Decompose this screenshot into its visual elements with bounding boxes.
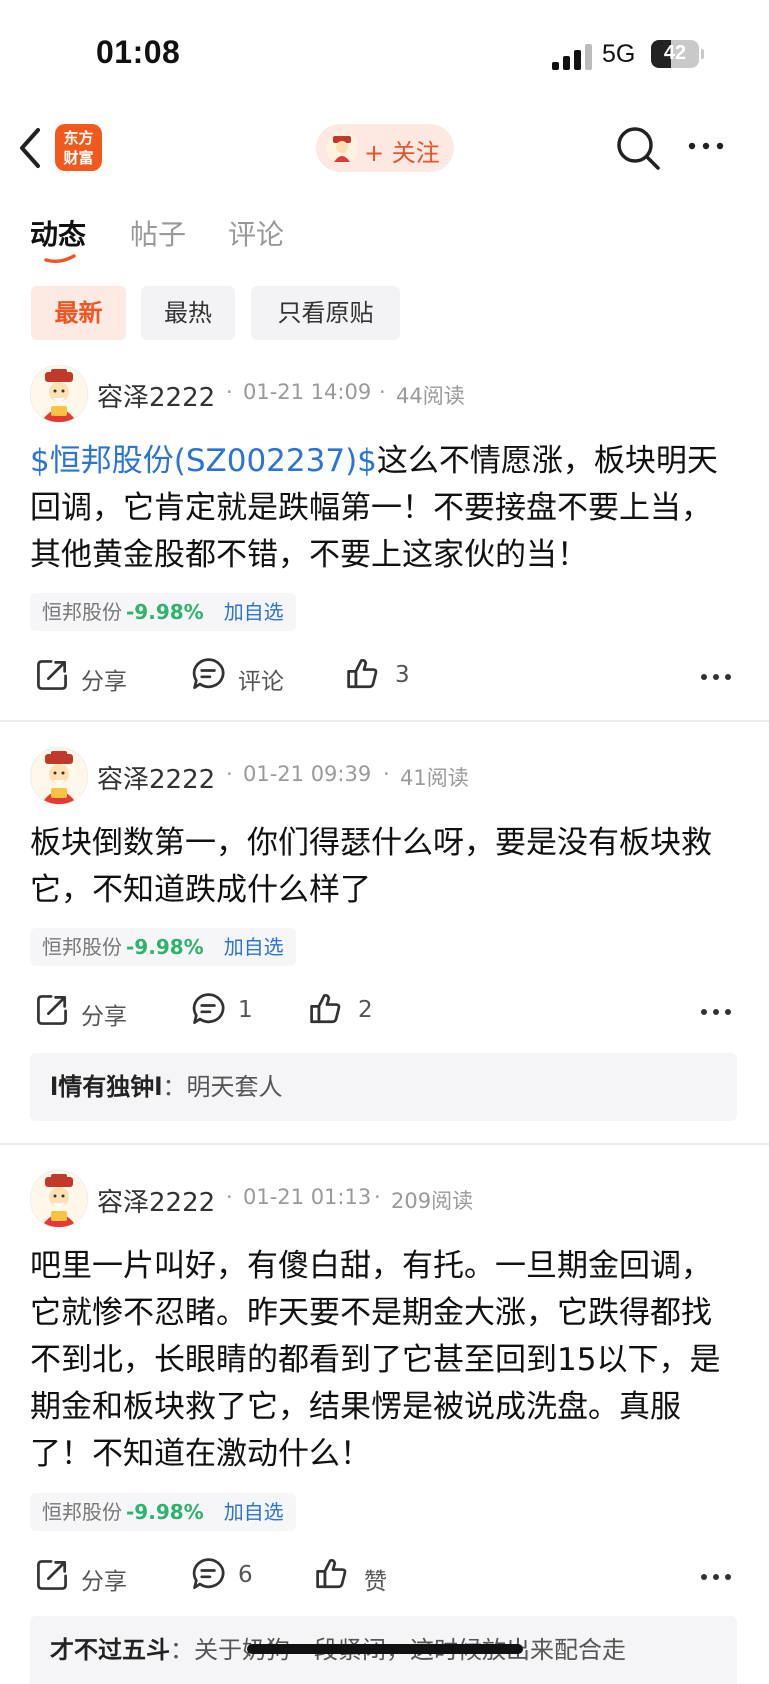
share-label: 分享: [81, 1569, 127, 1595]
comment-icon: [192, 993, 225, 1025]
meta-separator: ·: [374, 1185, 381, 1209]
follow-label: + 关注: [364, 139, 440, 167]
reply-colon: ：: [162, 1073, 187, 1101]
post-time: 01-21 01:13: [243, 1185, 372, 1209]
home-indicator[interactable]: [247, 1644, 523, 1654]
comment-button[interactable]: 1: [190, 991, 270, 1031]
user-avatar-icon: [326, 132, 358, 164]
stock-chip[interactable]: 恒邦股份 -9.98% 加自选: [30, 593, 296, 631]
share-icon: [37, 995, 67, 1025]
add-watchlist-button[interactable]: 加自选: [224, 935, 284, 959]
post-content[interactable]: 板块倒数第一，你们得瑟什么呀，要是没有板块救它，不知道跌成什么样了: [30, 820, 742, 914]
more-icon[interactable]: [686, 136, 726, 156]
like-icon: [316, 1558, 347, 1589]
tab-comments[interactable]: 评论: [228, 213, 284, 253]
stock-change: -9.98%: [126, 935, 204, 959]
comment-count: 6: [238, 1562, 253, 1588]
logo-text-1: 东方: [63, 129, 94, 147]
reply-author[interactable]: 才不过五斗: [50, 1636, 170, 1664]
meta-separator: ·: [383, 762, 390, 786]
more-icon[interactable]: [700, 1007, 732, 1017]
username[interactable]: 容泽2222: [97, 1182, 215, 1219]
app-logo[interactable]: 东方 财富: [55, 124, 102, 171]
stock-name: 恒邦股份: [42, 1500, 122, 1524]
filter-hottest[interactable]: 最热: [141, 286, 235, 340]
meta-separator: ·: [226, 380, 233, 404]
post-divider: [0, 720, 769, 722]
read-count: 44阅读: [396, 384, 465, 408]
user-avatar[interactable]: [30, 365, 88, 423]
stock-chip[interactable]: 恒邦股份 -9.98% 加自选: [30, 1493, 296, 1531]
post-text: 吧里一片叫好，有傻白甜，有托。一旦期金回调，它就惨不忍睹。昨天要不是期金大涨，它…: [30, 1248, 721, 1472]
like-icon: [347, 658, 378, 689]
back-icon[interactable]: [16, 126, 46, 170]
user-avatar[interactable]: [30, 747, 88, 805]
filter-original-only[interactable]: 只看原贴: [251, 286, 400, 340]
like-count: 3: [395, 662, 410, 688]
active-tab-indicator: [44, 254, 76, 264]
filter-latest[interactable]: 最新: [31, 286, 126, 340]
post-content[interactable]: $恒邦股份(SZ002237)$这么不情愿涨，板块明天回调，它肯定就是跌幅第一！…: [30, 438, 742, 579]
comment-label: 评论: [238, 669, 284, 695]
reply-colon: ：: [170, 1636, 194, 1664]
stock-name: 恒邦股份: [42, 600, 122, 624]
comment-icon: [192, 1558, 225, 1590]
post-time: 01-21 14:09: [243, 380, 372, 404]
stock-tag-link[interactable]: $恒邦股份(SZ002237)$: [30, 443, 377, 479]
meta-separator: ·: [226, 762, 233, 786]
share-button[interactable]: 分享: [33, 656, 153, 696]
meta-separator: ·: [379, 380, 386, 404]
comment-count: 1: [238, 997, 253, 1023]
stock-name: 恒邦股份: [42, 935, 122, 959]
share-button[interactable]: 分享: [33, 991, 153, 1031]
signal-icon: [552, 44, 592, 70]
network-type: 5G: [602, 40, 636, 68]
tab-dynamics[interactable]: 动态: [30, 213, 86, 253]
like-button[interactable]: 2: [308, 991, 398, 1031]
comment-button[interactable]: 评论: [190, 656, 310, 696]
post-text: 板块倒数第一，你们得瑟什么呀，要是没有板块救它，不知道跌成什么样了: [30, 825, 712, 908]
read-count: 209阅读: [391, 1189, 474, 1213]
like-count: 2: [358, 997, 373, 1023]
stock-chip[interactable]: 恒邦股份 -9.98% 加自选: [30, 928, 296, 966]
username[interactable]: 容泽2222: [97, 759, 215, 796]
like-icon: [310, 993, 341, 1024]
battery-level: 42: [663, 42, 687, 64]
battery-icon: 42: [651, 40, 704, 68]
like-label: 赞: [364, 1569, 387, 1595]
reply-text: 明天套人: [186, 1073, 283, 1101]
share-label: 分享: [81, 1004, 127, 1030]
add-watchlist-button[interactable]: 加自选: [224, 600, 284, 624]
read-count: 41阅读: [400, 766, 469, 790]
reply-preview[interactable]: l情有独钟l：明天套人: [30, 1053, 737, 1121]
username[interactable]: 容泽2222: [97, 377, 215, 414]
post-time: 01-21 09:39: [243, 762, 372, 786]
stock-change: -9.98%: [126, 1500, 204, 1524]
add-watchlist-button[interactable]: 加自选: [224, 1500, 284, 1524]
more-icon[interactable]: [700, 1572, 732, 1582]
comment-button[interactable]: 6: [190, 1556, 270, 1596]
like-button[interactable]: 赞: [314, 1556, 404, 1596]
share-button[interactable]: 分享: [33, 1556, 153, 1596]
user-avatar[interactable]: [30, 1170, 88, 1228]
logo-text-2: 财富: [63, 149, 94, 167]
share-icon: [37, 660, 67, 690]
meta-separator: ·: [226, 1185, 233, 1209]
post-divider: [0, 1143, 769, 1145]
tab-posts[interactable]: 帖子: [130, 213, 186, 253]
share-label: 分享: [81, 669, 127, 695]
reply-author[interactable]: l情有独钟l: [50, 1073, 162, 1101]
more-icon[interactable]: [700, 672, 732, 682]
comment-icon: [192, 658, 225, 690]
follow-button[interactable]: + 关注: [316, 124, 454, 172]
share-icon: [37, 1560, 67, 1590]
search-icon[interactable]: [615, 125, 661, 171]
status-time: 01:08: [96, 34, 181, 70]
stock-change: -9.98%: [126, 600, 204, 624]
post-content[interactable]: 吧里一片叫好，有傻白甜，有托。一旦期金回调，它就惨不忍睹。昨天要不是期金大涨，它…: [30, 1243, 742, 1478]
like-button[interactable]: 3: [345, 656, 435, 696]
